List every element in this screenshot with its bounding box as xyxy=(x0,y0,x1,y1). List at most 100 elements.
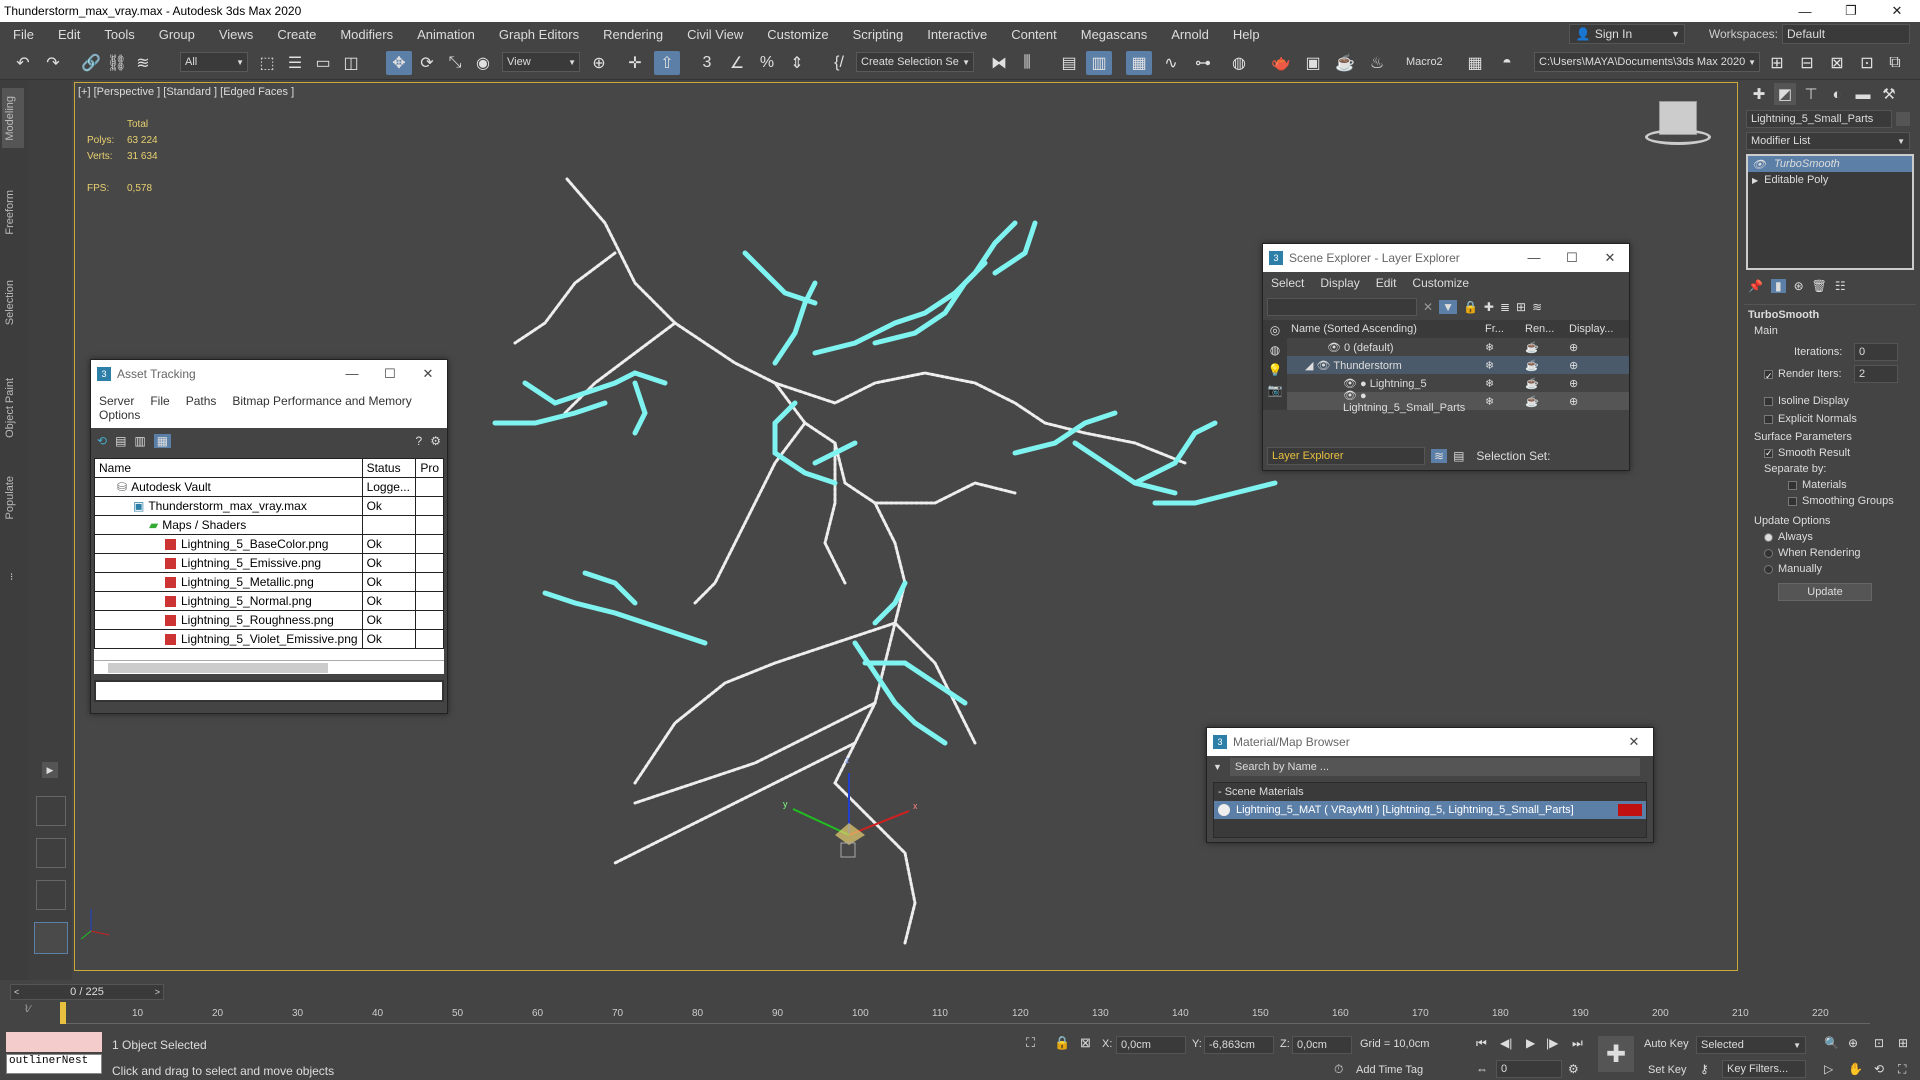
time-slider[interactable]: < 0 / 225 > xyxy=(10,984,164,1000)
z-field[interactable]: 0,0cm xyxy=(1292,1036,1352,1054)
zoom-extents-all-icon[interactable]: ⊞ xyxy=(1898,1036,1908,1050)
object-name-field[interactable]: Lightning_5_Small_Parts xyxy=(1746,110,1892,128)
workspace-select[interactable]: Default xyxy=(1782,24,1910,44)
field-of-view-icon[interactable]: ▷ xyxy=(1824,1062,1833,1076)
absolute-mode-icon[interactable]: ⊠ xyxy=(1080,1035,1091,1051)
menu-edit[interactable]: Edit xyxy=(1368,276,1405,290)
always-radio[interactable]: Always xyxy=(1744,531,1916,543)
create-tab-icon[interactable]: ✚ xyxy=(1748,83,1770,105)
manually-radio[interactable]: Manually xyxy=(1744,563,1916,575)
add-time-tag[interactable]: Add Time Tag xyxy=(1356,1064,1423,1076)
make-unique-icon[interactable]: ⊛ xyxy=(1794,279,1804,293)
reference-coordinate-select[interactable]: View ▼ xyxy=(502,52,580,72)
project-path-select[interactable]: C:\Users\MAYA\Documents\3ds Max 2020 ▼ xyxy=(1534,52,1760,72)
tab-selection[interactable]: Selection xyxy=(4,280,16,325)
menu-tools[interactable]: Tools xyxy=(91,27,145,42)
layout-quad-icon[interactable] xyxy=(36,796,66,826)
viewcube-icon[interactable] xyxy=(1645,101,1711,151)
link-icon[interactable]: 🔗 xyxy=(78,51,104,75)
render-production-icon[interactable]: ☕ xyxy=(1332,51,1358,75)
sign-in-button[interactable]: 👤 Sign In ▼ xyxy=(1568,24,1685,44)
material-item[interactable]: Lightning_5_MAT ( VRayMtl ) [Lightning_5… xyxy=(1214,801,1646,819)
menu-civil-view[interactable]: Civil View xyxy=(674,27,754,42)
explorer-type-select[interactable]: Layer Explorer xyxy=(1267,447,1425,465)
play-icon[interactable]: ▶ xyxy=(1526,1036,1535,1050)
isolate-selection-icon[interactable]: ⛶ xyxy=(1026,1035,1035,1051)
toggle-layer-explorer-icon[interactable]: ▥ xyxy=(1086,51,1112,75)
scale-icon[interactable]: ⤡ xyxy=(442,51,468,75)
camera-icon[interactable]: 📷 xyxy=(1263,380,1287,400)
percent-snap-icon[interactable]: % xyxy=(754,51,780,75)
details-icon[interactable]: ▥ xyxy=(134,434,145,448)
time-slider-thumb[interactable] xyxy=(60,1002,66,1024)
col-pro[interactable]: Pro xyxy=(415,458,444,478)
key-filters-button[interactable]: Key Filters... xyxy=(1722,1060,1806,1078)
selection-set-icon[interactable]: ▤ xyxy=(1453,449,1464,463)
pivot-center-icon[interactable]: ⊕ xyxy=(586,51,612,75)
table-row[interactable]: ▣ Thunderstorm_max_vray.max Ok xyxy=(94,496,444,516)
horizontal-scrollbar[interactable] xyxy=(94,660,444,674)
menu-modifiers[interactable]: Modifiers xyxy=(327,27,404,42)
close-button[interactable]: ✕ xyxy=(1874,0,1920,22)
lock-icon[interactable]: 🔒 xyxy=(1463,300,1478,314)
curve-editor-icon[interactable]: ∿ xyxy=(1158,51,1184,75)
edit-named-selection-icon[interactable]: {/ xyxy=(826,51,852,75)
zoom-extents-icon[interactable]: ⊡ xyxy=(1874,1036,1884,1050)
current-frame-field[interactable]: 0 xyxy=(1496,1060,1562,1078)
layout-split-icon[interactable] xyxy=(36,838,66,868)
ribbon-expand-icon[interactable]: ⁝ xyxy=(10,572,13,583)
material-search-input[interactable]: Search by Name ... xyxy=(1229,758,1640,776)
set-key-icon[interactable]: ⚷ xyxy=(1700,1062,1709,1076)
menu-select[interactable]: Select xyxy=(1263,276,1312,290)
layer-row[interactable]: 👁 0 (default) ❄ ☕ ⊕ xyxy=(1287,338,1629,356)
tab-object-paint[interactable]: Object Paint xyxy=(4,378,16,438)
layer-manager-icon[interactable]: ≋ xyxy=(1431,449,1448,463)
spinner-snap-icon[interactable]: ⇕ xyxy=(784,51,810,75)
tab-freeform[interactable]: Freeform xyxy=(4,190,16,235)
menu-scripting[interactable]: Scripting xyxy=(840,27,915,42)
modifier-list-select[interactable]: Modifier List ▼ xyxy=(1746,132,1910,150)
table-view-icon[interactable]: ▦ xyxy=(153,434,172,448)
clear-icon[interactable]: ✕ xyxy=(1423,300,1433,314)
iterations-field[interactable]: 0 xyxy=(1854,343,1898,361)
filter-icon[interactable]: ▼ xyxy=(1439,300,1457,314)
named-selection-set-select[interactable]: Create Selection Se ▼ xyxy=(856,52,974,72)
teapot-icon[interactable]: ☕ xyxy=(1525,377,1569,390)
col-name[interactable]: Name (Sorted Ascending) xyxy=(1287,323,1485,335)
time-tag-icon[interactable]: ⏱ xyxy=(1334,1062,1343,1077)
menu-animation[interactable]: Animation xyxy=(404,27,486,42)
menu-server[interactable]: Server xyxy=(91,394,142,408)
hierarchy-icon[interactable]: ⊞ xyxy=(1516,300,1526,314)
keyboard-shortcut-override-icon[interactable]: ⇧ xyxy=(654,51,680,75)
display-tab-icon[interactable]: ▬ xyxy=(1852,83,1874,105)
table-row[interactable]: Lightning_5_Roughness.png Ok xyxy=(94,610,444,630)
menu-display[interactable]: Display xyxy=(1312,276,1367,290)
eye-icon[interactable]: 👁 xyxy=(1327,342,1341,354)
shade-icon[interactable]: ◓ xyxy=(1494,51,1520,75)
rendered-frame-window-icon[interactable]: ▣ xyxy=(1300,51,1326,75)
table-row[interactable]: Lightning_5_Normal.png Ok xyxy=(94,591,444,611)
menu-content[interactable]: Content xyxy=(998,27,1068,42)
smooth-result-row[interactable]: Smooth Result xyxy=(1744,447,1916,459)
maxscript-listener-mini[interactable] xyxy=(6,1032,102,1052)
rectangular-region-icon[interactable]: ▭ xyxy=(310,51,336,75)
freeze-icon[interactable]: ❄ xyxy=(1485,359,1525,372)
container-icon[interactable]: ⊞ xyxy=(1764,51,1790,75)
scene-materials-group[interactable]: - Scene Materials xyxy=(1214,783,1646,801)
table-row[interactable]: Lightning_5_Metallic.png Ok xyxy=(94,572,444,592)
menu-file[interactable]: File xyxy=(0,27,45,42)
add-layer-icon[interactable]: ✚ xyxy=(1484,300,1494,314)
maximize-icon[interactable]: ☐ xyxy=(371,366,409,382)
scene-search-input[interactable] xyxy=(1267,298,1417,316)
menu-customize[interactable]: Customize xyxy=(754,27,839,42)
menu-megascans[interactable]: Megascans xyxy=(1068,27,1158,42)
refresh-icon[interactable]: ⟲ xyxy=(97,434,107,448)
prev-frame-icon[interactable]: < xyxy=(14,987,19,997)
close-icon[interactable]: ✕ xyxy=(409,366,447,382)
scene-explorer-titlebar[interactable]: 3 Scene Explorer - Layer Explorer — ☐ ✕ xyxy=(1263,244,1629,272)
col-name[interactable]: Name xyxy=(94,458,363,478)
maximize-button[interactable]: ❐ xyxy=(1828,0,1874,22)
light-icon[interactable]: 💡 xyxy=(1263,360,1287,380)
motion-tab-icon[interactable]: ◐ xyxy=(1826,83,1848,105)
menu-rendering[interactable]: Rendering xyxy=(590,27,674,42)
